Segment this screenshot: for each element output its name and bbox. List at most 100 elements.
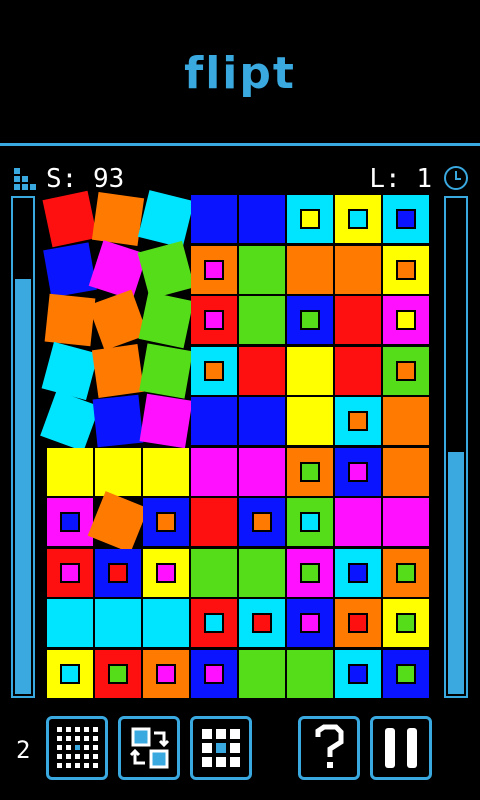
tile-marker — [348, 411, 368, 431]
board-tile[interactable] — [47, 447, 93, 496]
board-tile[interactable] — [44, 293, 96, 347]
header-divider — [0, 143, 480, 146]
board-tile[interactable] — [191, 599, 237, 647]
board-tile[interactable] — [143, 649, 189, 698]
board-tile[interactable] — [137, 240, 195, 299]
board-tile[interactable] — [91, 192, 145, 246]
board-tile[interactable] — [239, 346, 285, 395]
board-tile[interactable] — [191, 245, 237, 294]
board-tile[interactable] — [95, 649, 141, 698]
board-tile[interactable] — [143, 548, 189, 597]
board-tile[interactable] — [335, 649, 381, 698]
board-tile[interactable] — [88, 239, 148, 300]
tile-marker — [60, 562, 80, 583]
board-tile[interactable] — [239, 548, 285, 597]
board-tile[interactable] — [92, 394, 144, 448]
board-tile[interactable] — [41, 341, 99, 400]
board-tile[interactable] — [191, 548, 237, 597]
swap-button[interactable] — [118, 716, 180, 780]
board-tile[interactable] — [191, 498, 237, 546]
board-tile[interactable] — [383, 195, 429, 243]
board-tile[interactable] — [239, 245, 285, 294]
board-tile[interactable] — [138, 291, 194, 349]
board-tile[interactable] — [335, 548, 381, 597]
board-tile[interactable] — [47, 548, 93, 597]
board-tile[interactable] — [191, 296, 237, 344]
board-tile[interactable] — [47, 599, 93, 647]
board-tile[interactable] — [143, 599, 189, 647]
board-tile[interactable] — [239, 599, 285, 647]
board-tile[interactable] — [287, 245, 333, 294]
board-tile[interactable] — [143, 498, 189, 546]
board-tile[interactable] — [383, 245, 429, 294]
board-tile[interactable] — [287, 498, 333, 546]
game-board[interactable] — [40, 190, 434, 700]
board-tile[interactable] — [383, 498, 429, 546]
tile-marker — [204, 613, 224, 633]
flip-count: 2 — [16, 736, 31, 764]
board-tile[interactable] — [335, 296, 381, 344]
board-tile[interactable] — [287, 195, 333, 243]
board-tile[interactable] — [383, 599, 429, 647]
board-tile[interactable] — [383, 397, 429, 445]
board-tile[interactable] — [287, 649, 333, 698]
board-tile[interactable] — [40, 390, 100, 452]
grid-button[interactable] — [190, 716, 252, 780]
help-button[interactable] — [298, 716, 360, 780]
tile-marker — [204, 310, 224, 330]
board-tile[interactable] — [139, 342, 193, 399]
board-tile[interactable] — [383, 296, 429, 344]
board-tile[interactable] — [335, 498, 381, 546]
dot-grid-button[interactable] — [46, 716, 108, 780]
board-tile[interactable] — [239, 447, 285, 496]
tile-marker — [108, 562, 128, 583]
board-tile[interactable] — [191, 649, 237, 698]
tile-marker — [300, 512, 320, 532]
tile-marker — [348, 663, 368, 684]
board-tile[interactable] — [95, 447, 141, 496]
board-tile[interactable] — [191, 397, 237, 445]
board-tile[interactable] — [383, 346, 429, 395]
board-tile[interactable] — [191, 346, 237, 395]
tile-marker — [252, 613, 272, 633]
board-tile[interactable] — [87, 491, 149, 553]
tile-marker — [300, 209, 320, 229]
board-tile[interactable] — [239, 498, 285, 546]
board-tile[interactable] — [287, 599, 333, 647]
board-tile[interactable] — [139, 393, 193, 449]
board-tile[interactable] — [335, 346, 381, 395]
board-tile[interactable] — [91, 343, 145, 398]
board-tile[interactable] — [239, 195, 285, 243]
board-tile[interactable] — [47, 498, 93, 546]
pause-button[interactable] — [370, 716, 432, 780]
board-tile[interactable] — [335, 245, 381, 294]
board-tile[interactable] — [191, 447, 237, 496]
board-tile[interactable] — [287, 447, 333, 496]
board-tile[interactable] — [335, 397, 381, 445]
board-tile[interactable] — [191, 195, 237, 243]
board-tile[interactable] — [239, 649, 285, 698]
board-tile[interactable] — [383, 649, 429, 698]
board-tile[interactable] — [239, 397, 285, 445]
board-tile[interactable] — [383, 548, 429, 597]
board-tile[interactable] — [143, 447, 189, 496]
board-tile[interactable] — [95, 599, 141, 647]
board-tile[interactable] — [137, 190, 195, 248]
tile-marker — [396, 663, 416, 684]
board-tile[interactable] — [88, 289, 148, 351]
board-tile[interactable] — [335, 599, 381, 647]
board-tile[interactable] — [335, 195, 381, 243]
board-tile[interactable] — [335, 447, 381, 496]
board-tile[interactable] — [42, 190, 98, 248]
board-tile[interactable] — [287, 397, 333, 445]
board-tile[interactable] — [287, 346, 333, 395]
right-timer-meter — [444, 196, 468, 698]
board-tile[interactable] — [95, 548, 141, 597]
board-tile[interactable] — [239, 296, 285, 344]
board-tile[interactable] — [43, 241, 97, 298]
board-tile[interactable] — [383, 447, 429, 496]
board-tile[interactable] — [287, 548, 333, 597]
tile-marker — [156, 512, 176, 532]
board-tile[interactable] — [47, 649, 93, 698]
board-tile[interactable] — [287, 296, 333, 344]
